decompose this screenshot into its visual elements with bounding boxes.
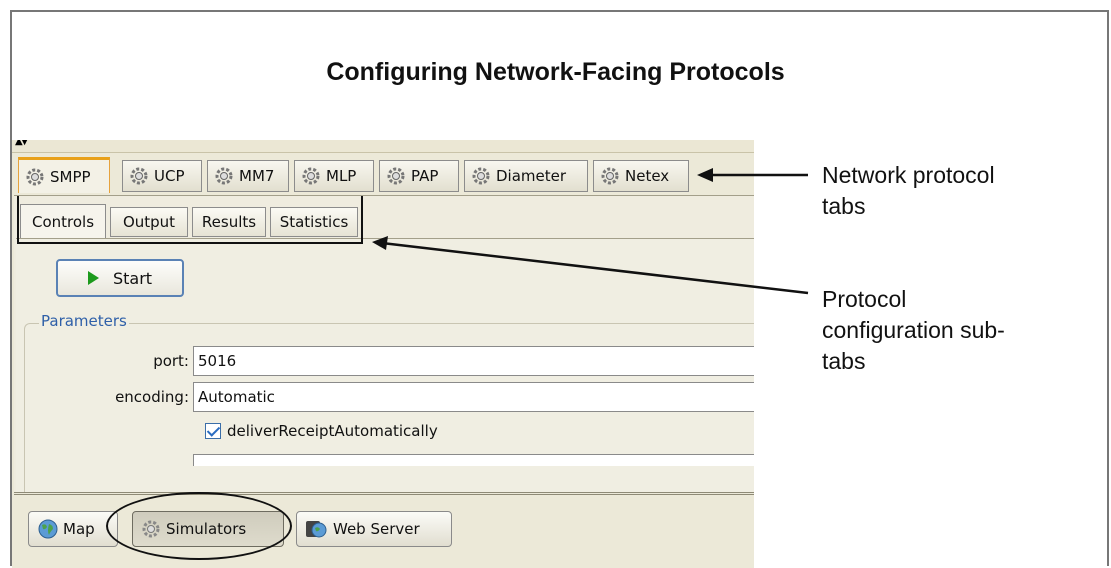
arrowhead-icon xyxy=(372,236,388,250)
sub-tabs-arrow xyxy=(381,241,809,295)
callout-line: configuration sub- xyxy=(822,317,1005,343)
network-tabs-callout: Network protocol tabs xyxy=(822,160,995,222)
callout-line: tabs xyxy=(822,193,866,219)
callout-line: Network protocol xyxy=(822,162,995,188)
sub-tabs-callout: Protocol configuration sub- tabs xyxy=(822,284,1005,377)
callout-line: Protocol xyxy=(822,286,907,312)
arrowhead-icon xyxy=(697,168,713,182)
callout-line: tabs xyxy=(822,348,866,374)
